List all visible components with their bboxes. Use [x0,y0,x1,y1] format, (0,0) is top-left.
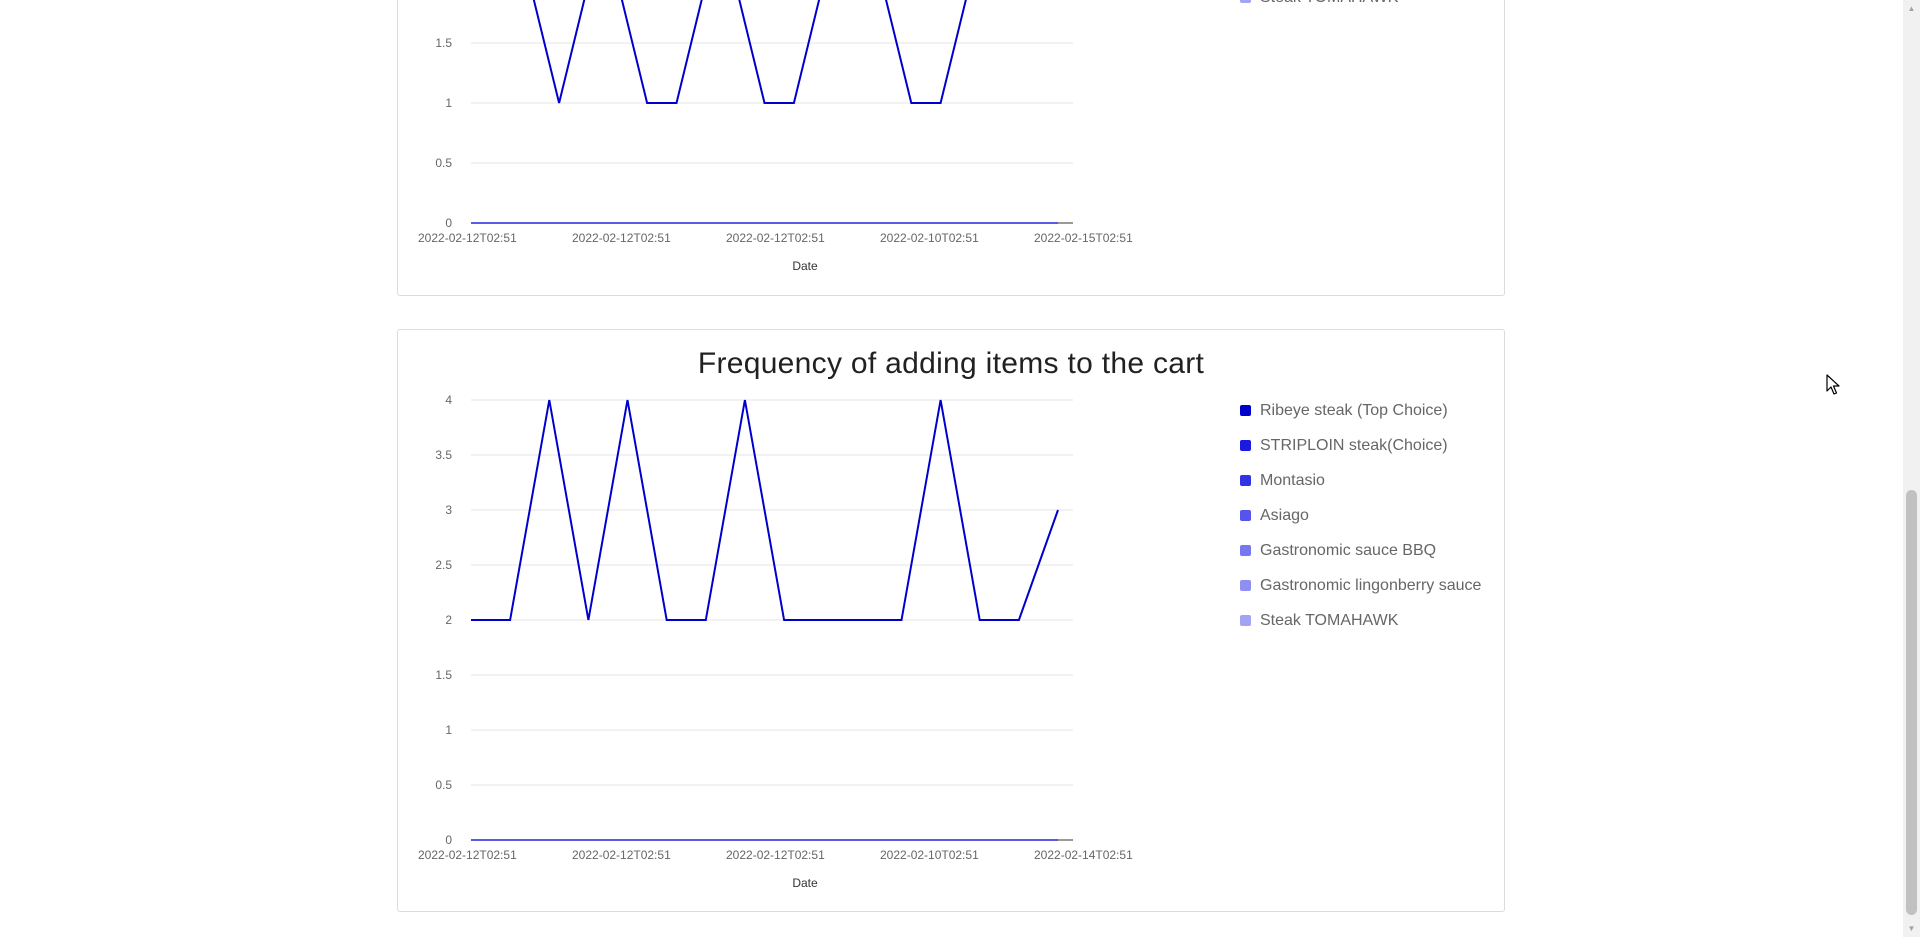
y-tick-label: 0 [445,833,452,847]
y-tick-label: 1.5 [435,36,452,50]
chart-legend-top: Steak TOMAHAWK [1240,0,1398,24]
legend-label: Steak TOMAHAWK [1260,612,1399,629]
y-tick-label: 0.5 [435,778,452,792]
legend-item[interactable]: STRIPLOIN steak(Choice) [1240,437,1481,472]
legend-swatch [1240,615,1251,626]
chart-plot-top: 0 0.5 1 1.5 2022-02-12T02:51 2022-02-12T02:51… [418,0,1133,273]
legend-swatch [1240,475,1251,486]
legend-label: Gastronomic lingonberry sauce [1260,577,1482,594]
x-tick-label: 2022-02-12T02:51 [418,231,517,245]
y-tick-label: 4 [445,393,452,407]
legend-label: Gastronomic sauce BBQ [1260,542,1437,559]
y-tick-label: 0 [445,216,452,230]
series-line [532,0,967,104]
legend-label: Asiago [1260,507,1309,524]
x-axis-label: Date [792,876,818,890]
y-tick-label: 2 [445,613,452,627]
legend-swatch [1240,510,1251,521]
scroll-up-arrow-icon[interactable]: ▲ [1903,0,1920,17]
chart-card-bottom: Frequency of adding items to the cart 00… [397,329,1505,912]
y-tick-label: 3 [445,503,452,517]
y-tick-label: 1.5 [435,668,452,682]
scroll-down-arrow-icon[interactable]: ▼ [1903,920,1920,937]
chart-legend-bottom: Ribeye steak (Top Choice) STRIPLOIN steak… [1240,402,1481,647]
x-tick-label: 2022-02-10T02:51 [880,231,979,245]
legend-swatch [1240,580,1251,591]
legend-item[interactable]: Asiago [1240,507,1481,542]
legend-item[interactable]: Montasio [1240,472,1481,507]
x-tick-label: 2022-02-12T02:51 [726,231,825,245]
legend-item[interactable]: Steak TOMAHAWK [1240,612,1481,647]
legend-item[interactable]: Steak TOMAHAWK [1240,0,1398,24]
x-tick-label: 2022-02-14T02:51 [1034,848,1133,862]
y-tick-label: 1 [445,96,452,110]
legend-item[interactable]: Gastronomic sauce BBQ [1240,542,1481,577]
mouse-cursor-icon [1826,374,1840,395]
x-tick-label: 2022-02-12T02:51 [572,848,671,862]
legend-label: Ribeye steak (Top Choice) [1260,402,1448,419]
x-tick-label: 2022-02-12T02:51 [418,848,517,862]
x-tick-label: 2022-02-15T02:51 [1034,231,1133,245]
legend-label: Steak TOMAHAWK [1260,0,1398,6]
chart-card-top: 0 0.5 1 1.5 2022-02-12T02:51 2022-02-12T02:51… [397,0,1505,296]
legend-item[interactable]: Ribeye steak (Top Choice) [1240,402,1481,437]
y-tick-label: 0.5 [435,156,452,170]
x-tick-label: 2022-02-12T02:51 [572,231,671,245]
y-tick-label: 2.5 [435,558,452,572]
legend-label: STRIPLOIN steak(Choice) [1260,437,1448,454]
legend-label: Montasio [1260,472,1325,489]
y-tick-label: 3.5 [435,448,452,462]
legend-swatch [1240,0,1251,3]
scrollbar-thumb[interactable] [1906,490,1917,915]
legend-swatch [1240,440,1251,451]
y-tick-label: 1 [445,723,452,737]
x-axis-label: Date [792,259,818,273]
legend-item[interactable]: Gastronomic lingonberry sauce [1240,577,1481,612]
x-tick-label: 2022-02-12T02:51 [726,848,825,862]
vertical-scrollbar[interactable]: ▲ ▼ [1903,0,1920,937]
x-tick-label: 2022-02-10T02:51 [880,848,979,862]
legend-swatch [1240,545,1251,556]
legend-swatch [1240,405,1251,416]
